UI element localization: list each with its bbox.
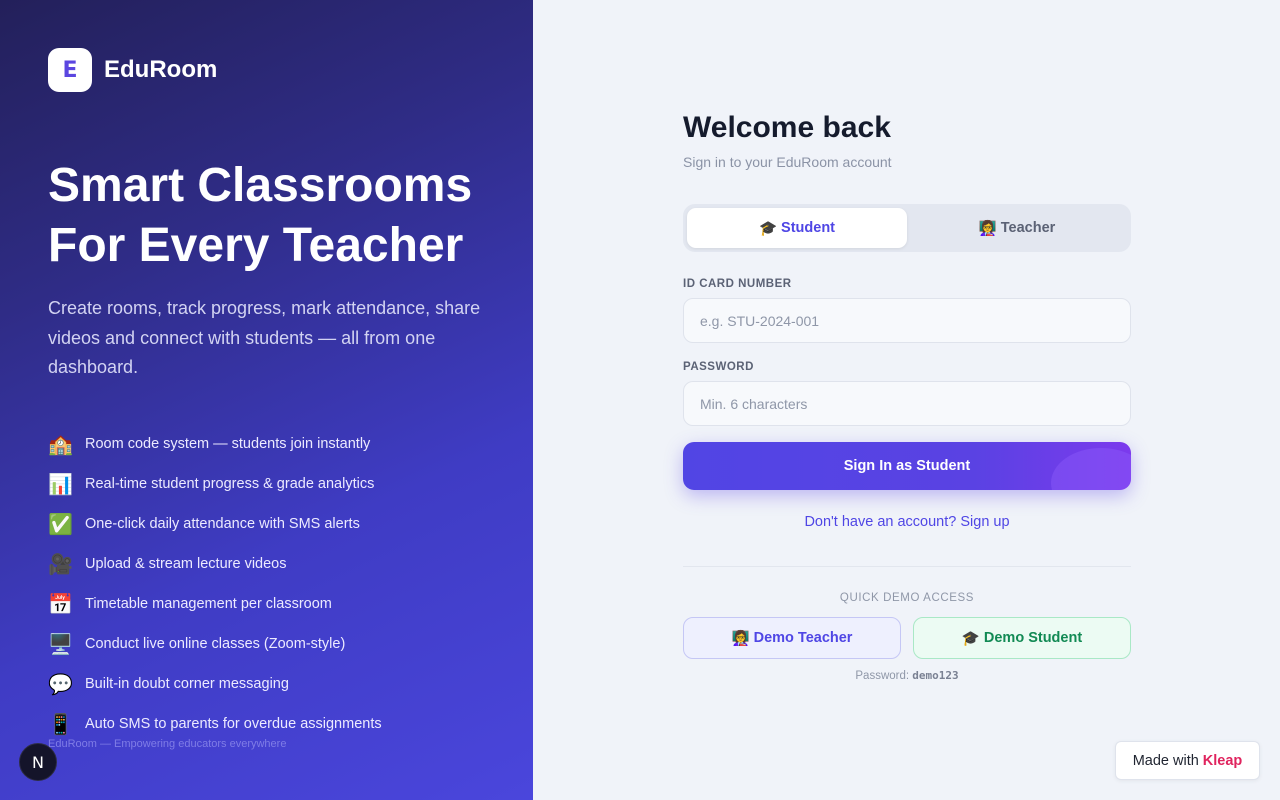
footer-tagline: EduRoom — Empowering educators everywher… — [48, 738, 287, 750]
feature-text: Built-in doubt corner messaging — [85, 676, 289, 692]
demo-student-label: Demo Student — [983, 630, 1083, 646]
demo-password-hint: Password: demo123 — [683, 669, 1131, 682]
demo-password-value: demo123 — [912, 669, 959, 682]
feature-text: Real-time student progress & grade analy… — [85, 476, 375, 492]
password-input[interactable] — [683, 381, 1131, 426]
demo-buttons: 👩‍🏫 Demo Teacher 🎓 Demo Student — [683, 617, 1131, 659]
divider — [683, 566, 1131, 567]
feature-item: 📊 Real-time student progress & grade ana… — [48, 464, 382, 504]
mobile-phone-icon: 📱 — [48, 712, 73, 736]
school-icon: 🏫 — [48, 432, 73, 456]
sign-in-button[interactable]: Sign In as Student — [683, 442, 1131, 490]
marketing-panel: E EduRoom Smart Classrooms For Every Tea… — [0, 0, 533, 800]
feature-text: Conduct live online classes (Zoom-style) — [85, 636, 346, 652]
made-with-prefix: Made with — [1132, 752, 1199, 769]
feature-item: 🖥️ Conduct live online classes (Zoom-sty… — [48, 624, 382, 664]
feature-text: Timetable management per classroom — [85, 596, 332, 612]
check-icon: ✅ — [48, 512, 73, 536]
logo-letter: E — [62, 57, 78, 83]
feature-text: One-click daily attendance with SMS aler… — [85, 516, 360, 532]
eduroom-logo-icon: E — [48, 48, 92, 92]
sign-in-form: Welcome back Sign in to your EduRoom acc… — [683, 110, 1131, 682]
demo-password-hint-label: Password: — [855, 670, 910, 682]
teacher-icon: 👩‍🏫 — [978, 220, 997, 237]
sign-in-button-label: Sign In as Student — [843, 458, 971, 474]
chat-bubble-icon: 💬 — [48, 672, 73, 696]
id-card-input[interactable] — [683, 298, 1131, 343]
role-tabs: 🎓 Student 👩‍🏫 Teacher — [683, 204, 1131, 252]
feature-item: 🏫 Room code system — students join insta… — [48, 424, 382, 464]
nextjs-dev-badge[interactable]: N — [19, 743, 57, 781]
graduation-cap-icon: 🎓 — [758, 220, 778, 237]
feature-item: ✅ One-click daily attendance with SMS al… — [48, 504, 382, 544]
kleap-brand: Kleap — [1202, 752, 1243, 769]
feature-text: Auto SMS to parents for overdue assignme… — [85, 716, 382, 732]
monitor-icon: 🖥️ — [48, 632, 73, 656]
quick-demo-label: QUICK DEMO ACCESS — [839, 592, 975, 604]
tab-student[interactable]: 🎓 Student — [687, 208, 907, 248]
tab-student-label: Student — [781, 220, 836, 236]
feature-text: Upload & stream lecture videos — [85, 556, 287, 572]
calendar-icon: 📅 — [48, 592, 73, 616]
hero-title: Smart Classrooms For Every Teacher — [48, 156, 508, 276]
hero-title-line-2: For Every Teacher — [48, 219, 464, 272]
sign-up-link[interactable]: Don't have an account? Sign up — [683, 514, 1131, 530]
teacher-icon: 👩‍🏫 — [731, 630, 750, 647]
brand-name: EduRoom — [104, 56, 218, 83]
feature-item: 💬 Built-in doubt corner messaging — [48, 664, 382, 704]
button-decoration — [1051, 448, 1131, 490]
password-label: PASSWORD — [683, 361, 754, 373]
brand-logo[interactable]: E EduRoom — [48, 48, 217, 92]
feature-item: 📅 Timetable management per classroom — [48, 584, 382, 624]
video-camera-icon: 🎥 — [48, 552, 73, 576]
id-card-label: ID CARD NUMBER — [683, 278, 792, 290]
made-with-kleap-badge[interactable]: Made with Kleap — [1115, 741, 1260, 780]
feature-text: Room code system — students join instant… — [85, 436, 371, 452]
hero-subtitle: Create rooms, track progress, mark atten… — [48, 298, 481, 377]
demo-student-button[interactable]: 🎓 Demo Student — [913, 617, 1131, 659]
demo-teacher-button[interactable]: 👩‍🏫 Demo Teacher — [683, 617, 901, 659]
tab-teacher[interactable]: 👩‍🏫 Teacher — [907, 208, 1127, 248]
hero-title-line-1: Smart Classrooms — [48, 159, 473, 212]
bar-chart-icon: 📊 — [48, 472, 73, 496]
feature-item: 🎥 Upload & stream lecture videos — [48, 544, 382, 584]
feature-list: 🏫 Room code system — students join insta… — [48, 424, 382, 744]
page-subtitle: Sign in to your EduRoom account — [683, 154, 892, 170]
tab-teacher-label: Teacher — [1000, 220, 1056, 236]
demo-teacher-label: Demo Teacher — [753, 630, 853, 646]
graduation-cap-icon: 🎓 — [961, 630, 980, 647]
page-title: Welcome back — [683, 111, 891, 144]
